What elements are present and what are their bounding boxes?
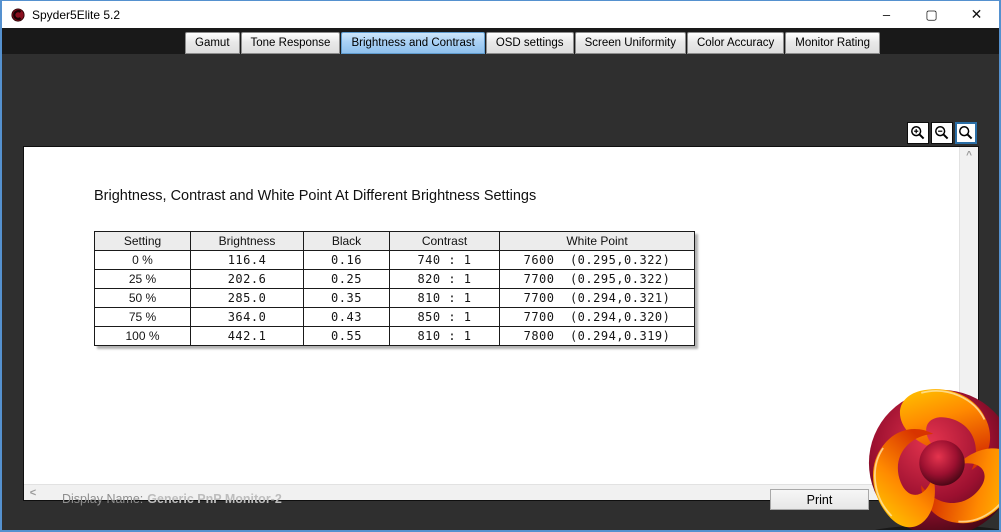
magnifier-icon [959,126,973,140]
display-name-value: Generic PnP Monitor-2 [147,492,282,506]
table-cell: 202.6 [190,269,304,289]
table-cell: 285.0 [190,288,304,308]
table-cell: 442.1 [190,326,304,346]
table-row: 75 % 364.0 0.43 850 : 1 7700 (0.294,0.320) [94,307,695,327]
table-cell: 7700 (0.295,0.322) [499,269,695,289]
tab-gamut[interactable]: Gamut [185,32,240,54]
column-header: Contrast [389,231,500,251]
tab-screen-uniformity[interactable]: Screen Uniformity [574,32,686,54]
table-cell: 364.0 [190,307,304,327]
tab-monitor-rating[interactable]: Monitor Rating [785,32,881,54]
table-cell: 7600 (0.295,0.322) [499,250,695,270]
zoom-reset-button[interactable] [955,122,977,144]
magnifier-plus-icon [911,126,925,140]
scroll-up-icon[interactable]: ^ [960,147,978,164]
table-row: 50 % 285.0 0.35 810 : 1 7700 (0.294,0.321) [94,288,695,308]
tab-tone-response[interactable]: Tone Response [240,32,341,54]
table-cell: 7800 (0.294,0.319) [499,326,695,346]
column-header: Brightness [190,231,304,251]
table-row: 100 % 442.1 0.55 810 : 1 7800 (0.294,0.319) [94,326,695,346]
maximize-button[interactable]: ▢ [909,1,954,28]
zoom-in-button[interactable] [907,122,929,144]
table-cell: 0.43 [303,307,390,327]
brightness-table: Setting Brightness Black Contrast White Poin… [94,231,695,346]
print-button[interactable]: Print [770,489,869,510]
table-row: 0 % 116.4 0.16 740 : 1 7600 (0.295,0.322) [94,250,695,270]
table-cell: 810 : 1 [389,288,500,308]
minimize-button[interactable]: – [864,1,909,28]
scroll-left-icon[interactable]: < [24,487,42,499]
table-cell: 50 % [94,288,191,308]
table-cell: 740 : 1 [389,250,500,270]
table-cell: 0.35 [303,288,390,308]
window-controls: – ▢ ✕ [864,1,999,28]
table-cell: 0.16 [303,250,390,270]
close-button[interactable]: ✕ [954,1,999,28]
table-header-row: Setting Brightness Black Contrast White Poin… [94,231,695,251]
tab-osd-settings[interactable]: OSD settings [485,32,574,54]
tab-brightness-and-contrast[interactable]: Brightness and Contrast [341,32,485,54]
app-icon [11,7,25,22]
vertical-scrollbar[interactable]: ^ [959,147,978,484]
column-header: Setting [94,231,191,251]
zoom-toolbar [907,122,977,144]
main-content: Brightness, Contrast and White Point At … [2,54,999,530]
column-header: White Point [499,231,695,251]
table-cell: 116.4 [190,250,304,270]
table-cell: 25 % [94,269,191,289]
table-cell: 75 % [94,307,191,327]
display-name-label: Display Name: [62,492,144,506]
column-header: Black [303,231,390,251]
table-body: 0 % 116.4 0.16 740 : 1 7600 (0.295,0.322) 25 … [94,250,695,346]
titlebar: Spyder5Elite 5.2 – ▢ ✕ [2,1,999,28]
app-window: Spyder5Elite 5.2 – ▢ ✕ Gamut Tone Respons… [0,0,1001,532]
display-name: Display Name: Generic PnP Monitor-2 [62,492,282,506]
table-cell: 810 : 1 [389,326,500,346]
table-cell: 100 % [94,326,191,346]
table-cell: 0 % [94,250,191,270]
table-cell: 7700 (0.294,0.321) [499,288,695,308]
tab-bar: Gamut Tone Response Brightness and Contras… [2,28,999,54]
report-panel: Brightness, Contrast and White Point At … [23,146,979,501]
table-cell: 7700 (0.294,0.320) [499,307,695,327]
table-cell: 0.55 [303,326,390,346]
table-cell: 0.25 [303,269,390,289]
magnifier-minus-icon [935,126,949,140]
report-viewport: Brightness, Contrast and White Point At … [24,147,959,484]
report-heading: Brightness, Contrast and White Point At … [94,188,537,204]
zoom-out-button[interactable] [931,122,953,144]
table-cell: 850 : 1 [389,307,500,327]
table-cell: 820 : 1 [389,269,500,289]
tab-color-accuracy[interactable]: Color Accuracy [686,32,785,54]
window-title: Spyder5Elite 5.2 [32,7,121,22]
table-row: 25 % 202.6 0.25 820 : 1 7700 (0.295,0.322) [94,269,695,289]
